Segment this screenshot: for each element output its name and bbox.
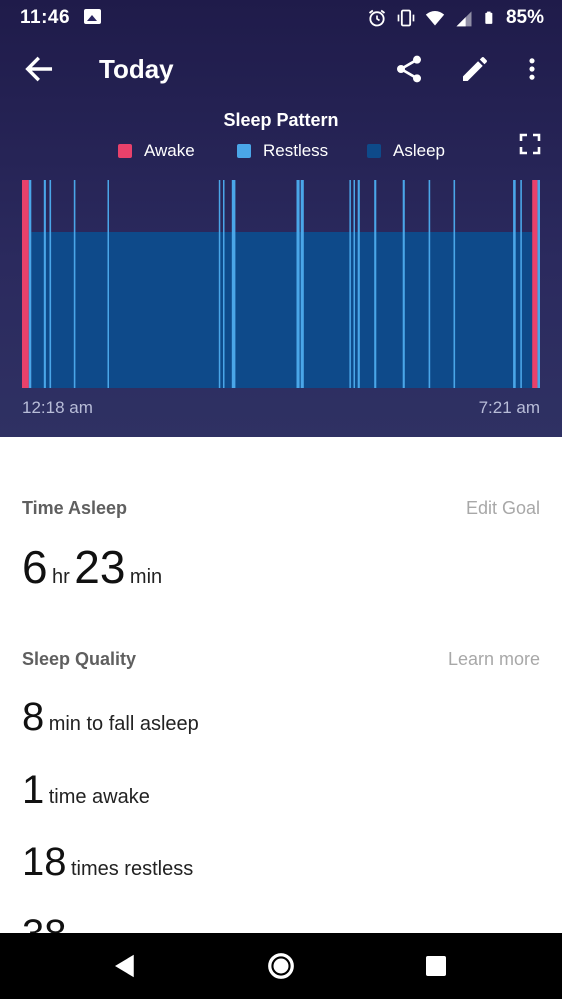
legend-label: Awake bbox=[144, 141, 195, 160]
stat-times-restless: 18 times restless bbox=[22, 840, 193, 885]
stat-value: 8 bbox=[22, 695, 45, 739]
legend-label: Asleep bbox=[393, 141, 445, 160]
stat-text: time awake bbox=[48, 786, 150, 808]
sleep-segment-restless bbox=[296, 180, 300, 388]
chart-title: Sleep Pattern bbox=[223, 110, 339, 130]
battery-icon bbox=[485, 11, 493, 24]
stat-fall-asleep: 8 min to fall asleep bbox=[22, 695, 199, 740]
signal-icon bbox=[456, 11, 472, 27]
more-vert-icon[interactable] bbox=[518, 53, 546, 85]
page-title: Today bbox=[99, 54, 174, 84]
sleep-segment-restless bbox=[357, 180, 360, 388]
sleep-pattern-header: 11:46 85% Today Sleep Pattern Awake Rest… bbox=[0, 0, 562, 437]
sleep-segment-restless bbox=[107, 180, 109, 388]
edit-pencil-icon[interactable] bbox=[459, 53, 491, 85]
stat-value: 18 bbox=[22, 840, 67, 884]
sleep-segment-restless bbox=[43, 180, 46, 388]
sleep-segment-restless bbox=[520, 180, 522, 388]
legend-swatch-awake bbox=[118, 144, 132, 158]
hours-unit: hr bbox=[52, 566, 70, 588]
image-icon bbox=[84, 9, 101, 24]
legend-item-restless: Restless bbox=[237, 141, 328, 161]
sleep-segment-restless bbox=[300, 180, 304, 388]
chart-start-time: 12:18 am bbox=[22, 398, 93, 417]
sleep-quality-label: Sleep Quality bbox=[22, 649, 137, 669]
chart-end-time: 7:21 am bbox=[478, 398, 540, 417]
legend-label: Restless bbox=[263, 141, 329, 160]
battery-percent: 85% bbox=[505, 7, 544, 28]
sleep-segment-restless bbox=[218, 180, 221, 388]
sleep-segment-restless bbox=[513, 180, 516, 388]
stat-time-awake: 1 time awake bbox=[22, 768, 150, 813]
sleep-segment-restless bbox=[537, 180, 540, 388]
back-arrow-icon[interactable] bbox=[22, 52, 56, 86]
minutes-unit: min bbox=[129, 566, 163, 588]
stat-value: 1 bbox=[22, 768, 45, 812]
minutes-value: 23 bbox=[74, 541, 126, 593]
hours-value: 6 bbox=[22, 541, 48, 593]
wifi-icon bbox=[425, 11, 445, 26]
home-circle-icon[interactable] bbox=[266, 951, 296, 981]
alarm-icon bbox=[368, 9, 386, 27]
sleep-segment-restless bbox=[353, 180, 355, 388]
legend-item-asleep: Asleep bbox=[367, 141, 445, 161]
sleep-segment-restless bbox=[428, 180, 431, 388]
sleep-segment-restless bbox=[73, 180, 76, 388]
back-triangle-icon[interactable] bbox=[110, 951, 140, 981]
time-asleep-value: 6 hr 23 min bbox=[22, 540, 162, 594]
status-time: 11:46 bbox=[20, 7, 71, 28]
system-nav-bar bbox=[0, 933, 562, 999]
sleep-segment-restless bbox=[231, 180, 236, 388]
sleep-segment-restless bbox=[49, 180, 52, 388]
status-bar: 11:46 85% bbox=[0, 0, 562, 36]
status-icons: 85% bbox=[367, 6, 544, 30]
sleep-pattern-chart bbox=[22, 180, 540, 388]
fullscreen-icon[interactable] bbox=[518, 132, 542, 156]
sleep-segment-restless bbox=[223, 180, 225, 388]
stat-text: min to fall asleep bbox=[48, 713, 199, 735]
stat-text: times restless bbox=[70, 858, 194, 880]
sleep-segment-restless bbox=[28, 180, 32, 388]
sleep-segment-awake bbox=[532, 180, 538, 388]
legend-swatch-asleep bbox=[367, 144, 381, 158]
sleep-segment-restless bbox=[349, 180, 351, 388]
sleep-segment-restless bbox=[402, 180, 405, 388]
sleep-segment-awake bbox=[22, 180, 29, 388]
recents-square-icon[interactable] bbox=[421, 951, 451, 981]
share-icon[interactable] bbox=[393, 53, 425, 85]
sleep-segment-restless bbox=[374, 180, 377, 388]
chart-legend: Awake Restless Asleep bbox=[0, 141, 562, 163]
legend-item-awake: Awake bbox=[118, 141, 195, 161]
edit-goal-link[interactable]: Edit Goal bbox=[466, 498, 540, 519]
learn-more-link[interactable]: Learn more bbox=[448, 649, 540, 670]
sleep-segment-restless bbox=[453, 180, 456, 388]
app-bar: Today bbox=[0, 40, 562, 100]
sleep-segment-asleep bbox=[31, 232, 533, 388]
time-asleep-label: Time Asleep bbox=[22, 498, 128, 518]
legend-swatch-restless bbox=[237, 144, 251, 158]
vibrate-icon bbox=[397, 9, 415, 27]
